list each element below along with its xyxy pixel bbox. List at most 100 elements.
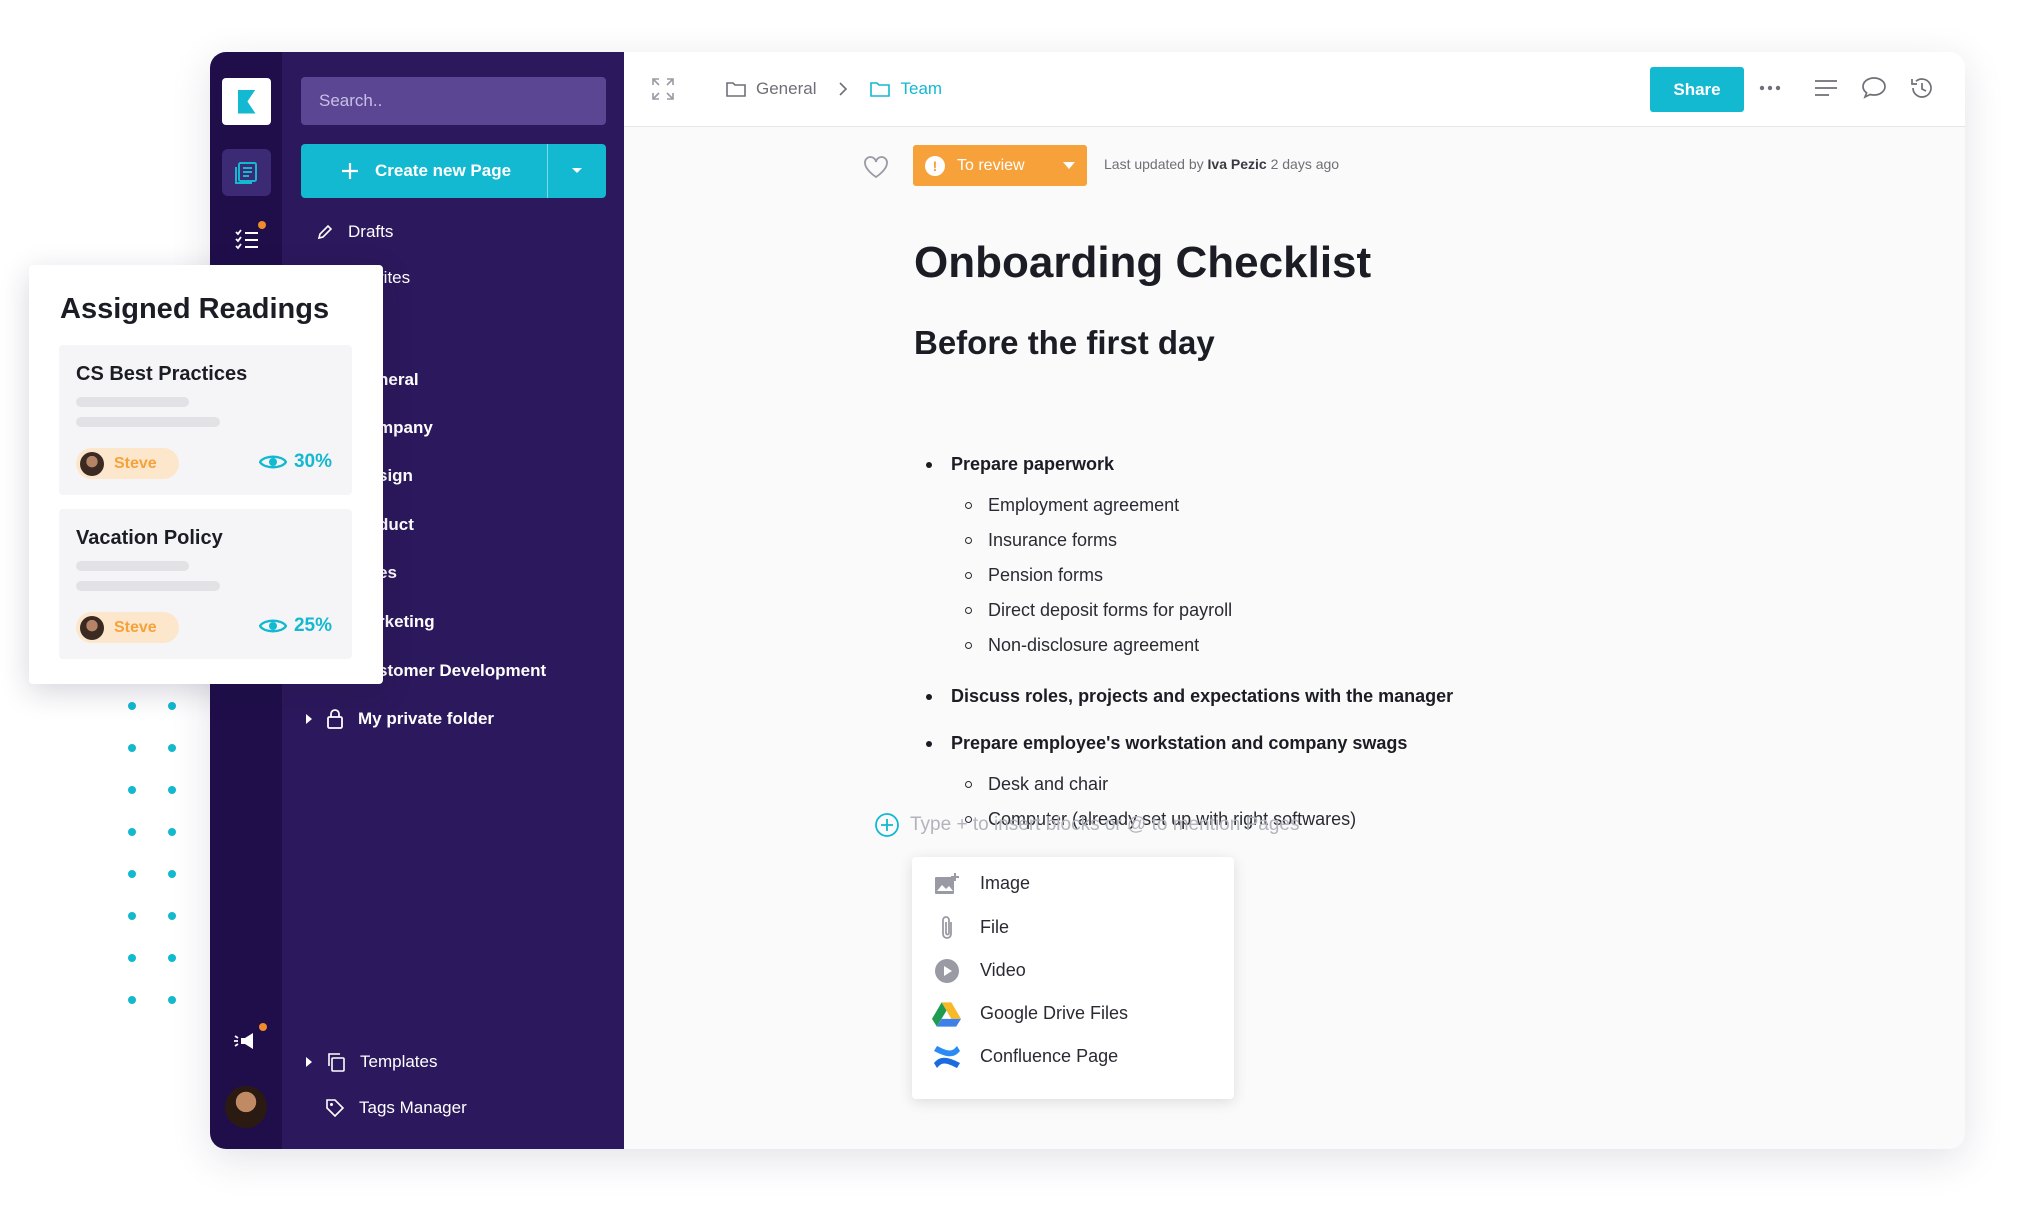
block-menu-item-google-drive[interactable]: Google Drive Files [932, 999, 1128, 1028]
assigned-readings-card: Assigned Readings CS Best Practices Stev… [29, 265, 383, 684]
history-button[interactable] [1909, 75, 1935, 106]
checklist-subitem[interactable]: Direct deposit forms for payroll [964, 600, 1232, 621]
sidebar-item-private-folder[interactable]: My private folder [306, 709, 494, 729]
pages-nav-button[interactable] [222, 149, 271, 196]
checklist-subitem[interactable]: Employment agreement [964, 495, 1179, 516]
announcements-button[interactable] [222, 1017, 271, 1064]
sidebar-item-templates[interactable]: Templates [306, 1052, 437, 1072]
more-dots-icon [1759, 85, 1781, 91]
add-block-icon[interactable] [874, 812, 900, 838]
sidebar-item-product[interactable]: duct [378, 515, 414, 535]
create-page-button-group: Create new Page [301, 144, 606, 198]
reading-card[interactable]: CS Best Practices Steve 30% [59, 345, 352, 495]
block-menu-item-file[interactable]: File [932, 913, 1009, 942]
notification-dot [258, 221, 266, 229]
more-options-button[interactable] [1759, 76, 1781, 105]
chevron-right-icon [839, 82, 848, 96]
avatar [80, 615, 104, 640]
sidebar-item-label: neral [378, 370, 419, 389]
sidebar-item-label: rketing [378, 612, 435, 631]
last-updated-text: Last updated by Iva Pezic 2 days ago [1104, 156, 1339, 172]
copy-icon [328, 1053, 345, 1072]
sidebar-item-drafts[interactable]: Drafts [316, 222, 393, 242]
sidebar-item-design[interactable]: sign [378, 466, 413, 486]
checklist-subitem[interactable]: Desk and chair [964, 774, 1108, 795]
search-placeholder: Search.. [319, 91, 383, 110]
sidebar-item-label: Drafts [348, 222, 394, 241]
checklist-item[interactable]: Discuss roles, projects and expectations… [925, 686, 1453, 707]
outline-button[interactable] [1814, 77, 1838, 104]
sidebar-item-tags-manager[interactable]: Tags Manager [325, 1098, 467, 1118]
sidebar-item-label: duct [378, 515, 414, 534]
create-page-button[interactable]: Create new Page [301, 144, 547, 198]
assignee-name: Steve [114, 454, 157, 472]
create-page-label: Create new Page [375, 161, 512, 180]
history-icon [1911, 78, 1932, 98]
megaphone-icon [233, 1032, 253, 1049]
section-heading[interactable]: Before the first day [914, 324, 1215, 362]
checklist-subitem[interactable]: Pension forms [964, 565, 1103, 586]
app-logo[interactable] [222, 78, 271, 125]
sidebar-item-customer-development[interactable]: stomer Development [378, 661, 546, 681]
block-menu-label: Video [980, 960, 1026, 980]
tasks-nav-button[interactable] [222, 215, 271, 262]
sidebar-item-label: Templates [360, 1052, 438, 1071]
comments-button[interactable] [1861, 76, 1887, 105]
sidebar-item-company[interactable]: mpany [378, 418, 433, 438]
checklist-item[interactable]: Prepare employee's workstation and compa… [925, 733, 1407, 754]
sidebar-item-marketing[interactable]: rketing [378, 612, 435, 632]
share-button[interactable]: Share [1650, 67, 1744, 112]
block-menu-item-image[interactable]: Image [932, 869, 1030, 898]
progress-value: 30% [293, 451, 332, 472]
updated-user[interactable]: Iva Pezic [1208, 156, 1267, 172]
insert-placeholder: Type + to insert blocks or @ to mention … [910, 814, 1300, 835]
reading-title: Vacation Policy [76, 527, 223, 549]
checklist-subitem[interactable]: Non-disclosure agreement [964, 635, 1199, 656]
breadcrumb-label: Team [900, 79, 943, 98]
tag-icon [326, 1099, 345, 1118]
sidebar-item-label: sign [378, 466, 413, 485]
expand-icon [652, 78, 674, 100]
reading-card[interactable]: Vacation Policy Steve 25% [59, 509, 352, 659]
align-left-icon [1815, 80, 1837, 96]
checklist-item[interactable]: Prepare paperwork [925, 454, 1114, 475]
insert-block-row[interactable]: Type + to insert blocks or @ to mention … [874, 812, 1299, 838]
assigned-readings-title: Assigned Readings [60, 293, 330, 325]
chevron-down-icon [572, 168, 582, 173]
block-menu-item-confluence[interactable]: Confluence Page [932, 1042, 1118, 1071]
status-dropdown[interactable]: ! To review [913, 145, 1087, 186]
image-add-icon [932, 869, 961, 898]
expand-button[interactable] [651, 77, 675, 106]
main-content: General Team Share ! To review Last upda… [624, 52, 1965, 1149]
paperclip-icon [932, 913, 961, 942]
create-page-dropdown[interactable] [547, 144, 606, 198]
folder-icon [870, 82, 891, 97]
sidebar-item-label: mpany [378, 418, 433, 437]
heart-icon [864, 156, 888, 179]
checklist-subitem[interactable]: Insurance forms [964, 530, 1117, 551]
read-progress: 30% [258, 451, 332, 473]
block-menu-label: Google Drive Files [980, 1003, 1129, 1023]
assignee-chip: Steve [76, 612, 179, 643]
top-bar: General Team Share [624, 52, 1965, 127]
breadcrumb-item-team[interactable]: Team [870, 79, 942, 99]
assignee-chip: Steve [76, 448, 179, 479]
search-input[interactable]: Search.. [301, 77, 606, 125]
user-avatar[interactable] [223, 1084, 269, 1130]
sidebar-item-general[interactable]: neral [378, 370, 419, 390]
updated-prefix: Last updated by [1104, 156, 1204, 172]
block-menu-item-video[interactable]: Video [932, 956, 1026, 985]
pages-icon [234, 161, 257, 184]
sidebar-item-label: My private folder [358, 709, 495, 728]
favorite-button[interactable] [863, 155, 889, 184]
breadcrumb-item-general[interactable]: General [726, 79, 816, 99]
expand-caret-icon[interactable] [306, 1057, 312, 1067]
folder-icon [726, 82, 746, 97]
assignee-name: Steve [114, 618, 157, 636]
eye-icon [258, 455, 287, 469]
checklist-icon [234, 228, 258, 249]
expand-caret-icon[interactable] [306, 714, 312, 724]
page-title[interactable]: Onboarding Checklist [914, 238, 1371, 288]
sidebar-item-label: stomer Development [378, 661, 547, 680]
block-menu-label: File [980, 917, 1010, 937]
